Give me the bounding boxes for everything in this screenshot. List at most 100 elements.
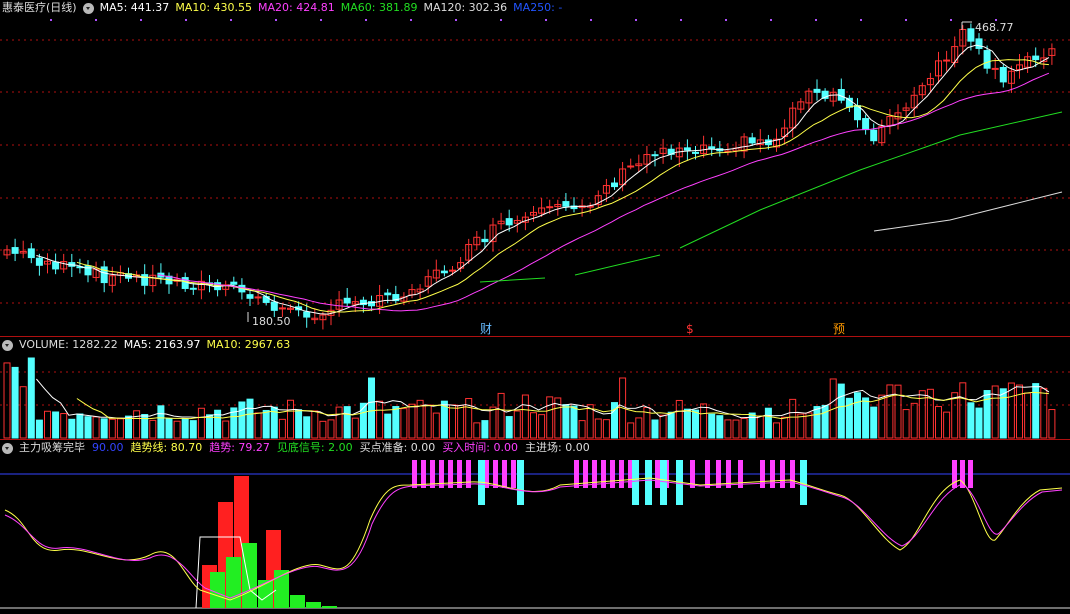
volume-label: VOLUME: 1282.22 bbox=[19, 338, 118, 351]
volume-bar bbox=[805, 412, 813, 439]
volume-bar bbox=[967, 402, 975, 439]
indicator-panel[interactable]: 主力吸筹完毕 90.00 趋势线: 80.70 趋势: 79.27 见底信号: 2.00… bbox=[0, 440, 1070, 614]
volume-bar bbox=[181, 418, 189, 439]
candle bbox=[141, 274, 149, 286]
volume-bar bbox=[651, 419, 659, 439]
volume-bar bbox=[513, 410, 521, 439]
volume-bar bbox=[700, 403, 708, 439]
histogram-bar-green bbox=[306, 602, 321, 608]
volume-bar bbox=[659, 414, 667, 439]
chevron-down-icon[interactable] bbox=[2, 339, 13, 351]
candle bbox=[230, 281, 238, 285]
candle bbox=[246, 294, 254, 299]
volume-bar bbox=[287, 399, 294, 439]
volume-bar bbox=[683, 408, 691, 439]
volume-bar bbox=[52, 411, 60, 439]
volume-bar bbox=[983, 390, 991, 439]
signal-dot bbox=[950, 19, 952, 21]
volume-bar bbox=[716, 415, 724, 439]
volume-bar bbox=[125, 415, 132, 439]
buy-signal-bar bbox=[493, 460, 498, 488]
volume-bar bbox=[84, 416, 92, 439]
volume-bar bbox=[627, 422, 635, 439]
indicator-label: 90.00 bbox=[92, 441, 124, 454]
ma-label: MA10: 430.55 bbox=[175, 1, 253, 14]
volume-bar bbox=[862, 397, 870, 439]
volume-bar bbox=[473, 422, 481, 439]
candle bbox=[748, 137, 756, 144]
volume-bar bbox=[424, 404, 432, 439]
signal-dot bbox=[995, 19, 997, 21]
price-panel[interactable]: 468.77 180.50 财 $ 预 惠泰医疗(日线) MA5: 441.37 MA10… bbox=[0, 0, 1070, 336]
volume-bar bbox=[351, 417, 359, 439]
signal-dot bbox=[230, 19, 232, 21]
candle bbox=[692, 151, 699, 154]
indicator-legend: 主力吸筹完毕 90.00 趋势线: 80.70 趋势: 79.27 见底信号: 2.00… bbox=[19, 440, 590, 456]
volume-bar bbox=[1016, 384, 1023, 439]
volume-bar bbox=[943, 411, 951, 439]
indicator-label: 见底信号: 2.00 bbox=[276, 441, 353, 454]
signal-dot bbox=[500, 19, 502, 21]
volume-bar bbox=[489, 406, 497, 439]
volume-bar bbox=[692, 409, 699, 439]
candle bbox=[384, 292, 392, 296]
volume-panel[interactable]: VOLUME: 1282.22 MA5: 2163.97 MA10: 2967.63 bbox=[0, 337, 1070, 439]
volume-bar bbox=[521, 394, 529, 439]
volume-bar bbox=[278, 418, 286, 439]
volume-bar bbox=[100, 418, 108, 439]
volume-bar bbox=[975, 407, 983, 439]
chevron-down-icon[interactable] bbox=[82, 2, 94, 14]
signal-dot bbox=[905, 19, 907, 21]
buy-signal-bar bbox=[502, 460, 507, 488]
volume-bar bbox=[497, 392, 505, 439]
candle bbox=[270, 301, 278, 311]
volume-bar bbox=[457, 404, 465, 439]
candle bbox=[189, 287, 197, 290]
ma-label: MA20: 424.81 bbox=[258, 1, 335, 14]
indicator-chart[interactable] bbox=[0, 440, 1070, 614]
volume-bar bbox=[116, 418, 124, 439]
candle bbox=[440, 270, 448, 274]
volume-bar bbox=[343, 406, 351, 439]
volume-bar bbox=[732, 419, 740, 439]
volume-bar bbox=[449, 404, 456, 439]
volume-bar bbox=[246, 398, 254, 439]
volume-bar bbox=[538, 414, 546, 439]
volume-bar bbox=[870, 406, 878, 439]
candlestick-chart[interactable]: 468.77 180.50 财 $ 预 bbox=[0, 0, 1070, 336]
volume-bar bbox=[602, 419, 610, 439]
volume-bar bbox=[1040, 387, 1048, 439]
volume-bar bbox=[432, 412, 440, 439]
candle bbox=[991, 67, 999, 70]
volume-bar bbox=[206, 414, 213, 439]
volume-bar bbox=[68, 418, 76, 439]
buy-signal-bar bbox=[583, 460, 588, 488]
volume-bar bbox=[19, 386, 27, 439]
volume-bar bbox=[797, 413, 805, 439]
buy-signal-bar bbox=[790, 460, 795, 488]
signal-dot bbox=[275, 19, 277, 21]
indicator-label: 主力吸筹完毕 bbox=[19, 441, 85, 454]
histogram-bar-green bbox=[242, 543, 257, 608]
volume-bar bbox=[570, 405, 578, 439]
volume-bar bbox=[408, 403, 416, 439]
candle bbox=[449, 269, 456, 272]
histogram-bar-green bbox=[210, 572, 225, 608]
volume-bar bbox=[854, 392, 861, 439]
volume-label: MA10: 2967.63 bbox=[206, 338, 291, 351]
signal-dot bbox=[860, 19, 862, 21]
volume-bar bbox=[238, 401, 246, 439]
trend-line-magenta bbox=[4, 479, 1063, 599]
volume-bar bbox=[1032, 383, 1040, 439]
volume-bar bbox=[756, 415, 764, 439]
volume-bar bbox=[1024, 392, 1032, 439]
buy-signal-bar bbox=[610, 460, 615, 488]
volume-bar bbox=[400, 408, 408, 439]
stock-title: 惠泰医疗(日线) bbox=[2, 1, 77, 14]
volume-bar bbox=[675, 399, 683, 439]
volume-bar bbox=[773, 422, 780, 439]
volume-bar bbox=[3, 362, 11, 439]
candle bbox=[983, 50, 991, 69]
chevron-down-icon[interactable] bbox=[2, 442, 13, 454]
signal-dot bbox=[725, 19, 727, 21]
